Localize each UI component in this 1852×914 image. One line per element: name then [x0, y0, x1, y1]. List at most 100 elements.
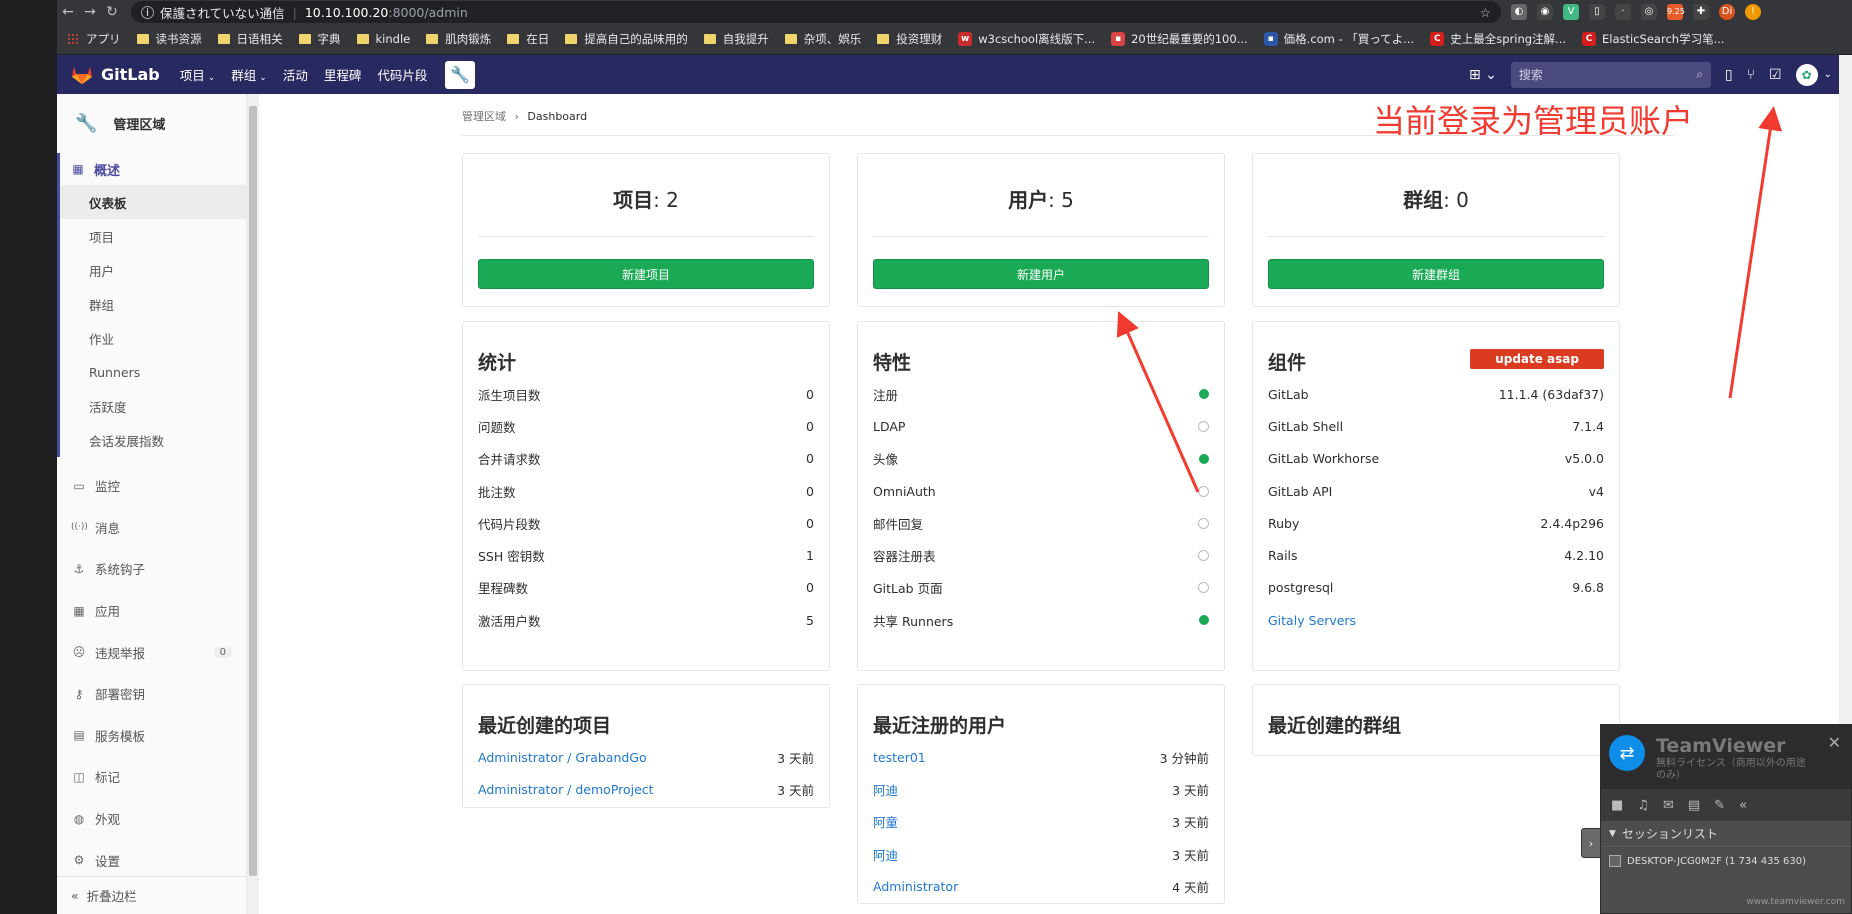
new-plus-icon[interactable]: ⊞ ⌄ [1469, 67, 1497, 83]
todos-icon[interactable]: ☑ [1769, 67, 1782, 83]
recent-project-link[interactable]: Administrator / GrabandGo [478, 750, 647, 765]
sidebar-item-appearance[interactable]: ◍ 外观 [57, 798, 246, 840]
bookmark-item[interactable]: ▪ 20世纪最重要的100... [1111, 31, 1248, 47]
admin-area-button[interactable]: 🔧 [445, 60, 476, 89]
profile-avatar[interactable]: Di [1719, 4, 1735, 20]
bookmark-star-icon[interactable]: ☆ [1480, 5, 1491, 20]
gitlab-header: GitLab 项目 ⌄ 群组 ⌄ 活动 里程碑 代码片段 🔧 ⊞ ⌄ 搜索 ⌕ ▯ … [57, 55, 1852, 94]
collapse-left-icon[interactable]: « [1739, 798, 1747, 813]
extension-icon[interactable]: ◐ [1511, 4, 1527, 20]
bookmark-item[interactable]: アプリ [67, 31, 121, 47]
sidebar-item-monitor[interactable]: ▭ 监控 [57, 465, 246, 507]
headset-icon[interactable]: ♫ [1637, 798, 1649, 813]
new-user-button[interactable]: 新建用户 [873, 259, 1209, 289]
bookmark-item[interactable]: ▪ 価格.com - 「買ってよ... [1263, 31, 1414, 47]
collapse-sidebar-button[interactable]: « 折叠边栏 [57, 876, 247, 914]
chat-icon[interactable]: ✉ [1663, 798, 1674, 813]
user-avatar[interactable]: ✿ [1795, 63, 1818, 86]
extension-icon[interactable]: ◉ [1537, 4, 1553, 20]
tools-icon[interactable]: ✎ [1714, 798, 1725, 813]
bookmark-item[interactable]: kindle [356, 32, 410, 46]
sidebar-item-label[interactable]: ◫ 标记 [57, 756, 246, 798]
recent-user-link[interactable]: 阿童 [873, 812, 898, 831]
vue-devtools-icon[interactable]: V [1563, 4, 1579, 20]
key-icon: ⚷ [74, 686, 84, 701]
forward-icon[interactable]: → [79, 4, 101, 20]
breadcrumb-parent[interactable]: 管理区域 [462, 110, 506, 123]
nav-milestones[interactable]: 里程碑 [324, 65, 362, 84]
bookmark-item[interactable]: 自我提升 [703, 31, 769, 47]
extension-icon[interactable]: · [1615, 4, 1631, 20]
search-input[interactable]: 搜索 ⌕ [1510, 61, 1711, 88]
bookmark-item[interactable]: 日语相关 [217, 31, 283, 47]
sidebar-scrollbar[interactable] [247, 94, 259, 914]
address-bar[interactable]: i 保護されていない通信 | 10.10.100.20:8000/admin ☆ [131, 1, 1501, 23]
session-list-header[interactable]: ▼ セッションリスト [1601, 821, 1851, 847]
bookmark-item[interactable]: 读书资源 [136, 31, 202, 47]
bookmark-item[interactable]: 杂项、娯乐 [784, 31, 862, 47]
bookmark-item[interactable]: C 史上最全spring注解... [1430, 31, 1566, 47]
sidebar-item-overview[interactable]: ▦ 概述 [60, 153, 246, 185]
recent-user-link[interactable]: tester01 [873, 750, 926, 765]
feature-label: 邮件回复 [873, 516, 924, 532]
nav-snippets[interactable]: 代码片段 [377, 65, 427, 84]
file-icon[interactable]: ▤ [1688, 798, 1700, 813]
sidebar-item-report[interactable]: ☹ 违规举报 0 [57, 631, 246, 673]
sidebar-subitem[interactable]: 用户 [60, 253, 246, 287]
scrollbar-thumb[interactable] [249, 106, 257, 876]
sidebar-item-broadcast[interactable]: ((·)) 消息 [57, 507, 246, 549]
bookmark-item[interactable]: 字典 [298, 31, 341, 47]
info-icon[interactable]: i [141, 5, 154, 19]
sidebar-subitem[interactable]: 活跃度 [60, 389, 246, 423]
issues-icon[interactable]: ▯ [1725, 67, 1733, 83]
chevron-down-icon[interactable]: ⌄ [1824, 69, 1832, 80]
recent-project-link[interactable]: Administrator / demoProject [478, 782, 654, 797]
bookmark-item[interactable]: 肌肉锻炼 [426, 31, 491, 47]
sidebar-subitem[interactable]: 群组 [60, 287, 246, 321]
nav-projects[interactable]: 项目 ⌄ [180, 65, 216, 84]
sidebar-subitem[interactable]: 作业 [60, 321, 246, 355]
bookmark-item[interactable]: 投资理财 [877, 31, 942, 47]
new-group-button[interactable]: 新建群组 [1268, 259, 1604, 289]
new-project-button[interactable]: 新建项目 [478, 259, 814, 289]
sidebar-item-key[interactable]: ⚷ 部署密钥 [57, 673, 246, 715]
bookmark-item[interactable]: C ElasticSearch学习笔... [1582, 31, 1725, 47]
reload-icon[interactable]: ↻ [101, 4, 123, 20]
sidebar-subitem[interactable]: 项目 [60, 219, 246, 253]
extension-icon[interactable]: ◎ [1641, 4, 1657, 20]
merge-requests-icon[interactable]: ⑂ [1747, 67, 1755, 83]
extension-icon[interactable]: ▯ [1589, 4, 1605, 20]
teamviewer-expand-handle[interactable]: › [1581, 828, 1601, 858]
sidebar-item-template[interactable]: ▤ 服务模板 [57, 715, 246, 757]
back-icon[interactable]: ← [57, 4, 79, 20]
extensions-puzzle-icon[interactable]: ✚ [1693, 4, 1709, 20]
update-asap-badge[interactable]: update asap [1470, 349, 1604, 369]
sidebar-subitem[interactable]: 会话发展指数 [60, 423, 246, 457]
gitaly-servers-link[interactable]: Gitaly Servers [1268, 613, 1356, 628]
bookmark-item[interactable]: 提高自己的品味用的 [565, 31, 688, 47]
features-title: 特性 [873, 352, 912, 374]
count-badge: 0 [213, 646, 232, 658]
video-icon[interactable]: ■ [1611, 798, 1623, 813]
bookmark-item[interactable]: w w3cschool离线版下... [958, 31, 1095, 47]
update-alert-icon[interactable]: ! [1745, 4, 1761, 20]
bookmark-item[interactable]: 在日 [507, 31, 549, 47]
recent-user-time: 3 天前 [1172, 782, 1209, 798]
session-device-row[interactable]: DESKTOP-JCG0M2F (1 734 435 630) [1601, 847, 1851, 875]
nav-activity[interactable]: 活动 [283, 65, 308, 84]
sidebar-item-apps[interactable]: ▦ 应用 [57, 590, 246, 632]
recent-user-link[interactable]: 阿迪 [873, 845, 898, 864]
sidebar-header[interactable]: 🔧 管理区域 [57, 103, 246, 143]
recent-user-link[interactable]: 阿迪 [873, 780, 898, 799]
close-icon[interactable]: ✕ [1828, 733, 1841, 752]
gitlab-logo[interactable]: GitLab [71, 65, 160, 85]
recent-user-link[interactable]: Administrator [873, 879, 958, 894]
nav-groups[interactable]: 群组 ⌄ [231, 65, 267, 84]
sidebar-subitem[interactable]: Runners [60, 355, 246, 389]
bookmark-label: 杂项、娯乐 [803, 32, 862, 46]
extension-badge-icon[interactable]: 9.25 [1667, 4, 1685, 20]
sidebar-subitem[interactable]: 仪表板 [60, 185, 246, 219]
sidebar-item-hook[interactable]: ⚓ 系统钩子 [57, 548, 246, 590]
sidebar-item-settings[interactable]: ⚙ 设置 [57, 839, 246, 881]
wrench-icon: 🔧 [75, 112, 98, 134]
